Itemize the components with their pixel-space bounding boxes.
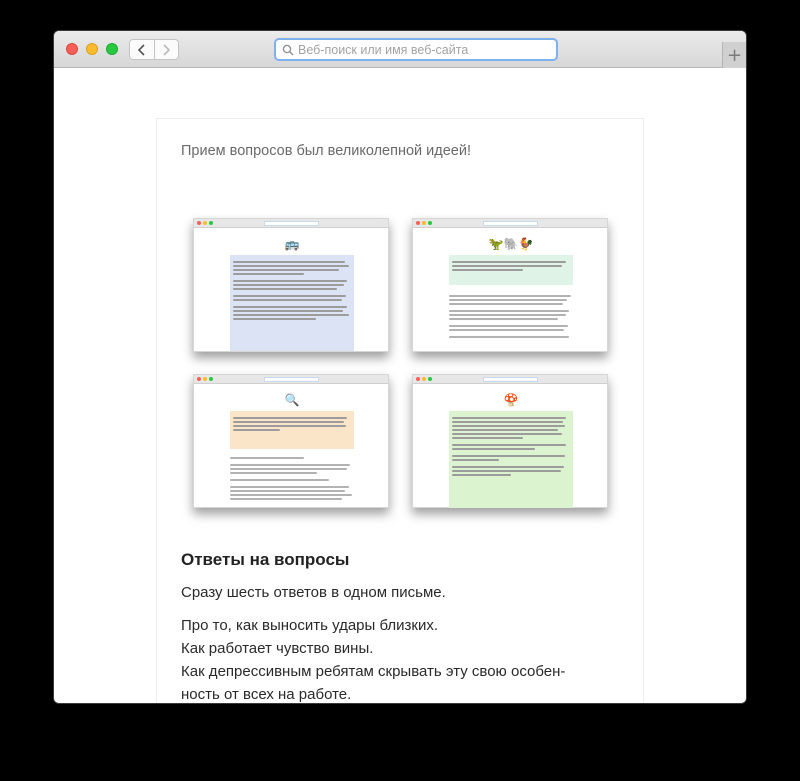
screenshot-thumbnail: 🦖🐘🐓 [412,218,608,352]
topic-line: Про то, как выносить удары близких. [181,617,439,634]
minimize-window-button[interactable] [86,43,98,55]
forward-button[interactable] [153,40,178,59]
text-block [230,455,354,502]
address-input[interactable] [298,42,548,57]
quote-block [230,255,354,351]
dinosaur-elephant-rooster-icon: 🦖🐘🐓 [488,237,534,251]
search-icon [282,44,294,55]
text-block [449,293,573,340]
mini-toolbar [413,219,607,228]
mini-toolbar [194,219,388,228]
lead-paragraph: Сразу шесть ответов в одном письме. [181,584,446,601]
zoom-window-button[interactable] [106,43,118,55]
intro-text: Прием вопросов был великолепной идеей! [181,143,471,159]
screenshot-thumbnail: 🔍 [193,374,389,508]
page-content: Прием вопросов был великолепной идеей! 🚌 [54,68,746,703]
topic-line: Как депрессивным ребятам скрывать эту св… [181,663,566,680]
quote-block [449,411,573,508]
back-button[interactable] [130,40,154,59]
new-tab-button[interactable]: + [722,42,746,68]
mini-toolbar [413,375,607,384]
browser-window: + Прием вопросов был великолепной идеей!… [54,31,746,703]
magnifier-icon: 🔍 [284,393,300,407]
address-bar[interactable] [274,38,558,61]
topic-line: ность от всех на работе. [181,686,352,703]
topic-line: Как работает чувство вины. [181,640,374,657]
article-card: Прием вопросов был великолепной идеей! 🚌 [156,118,644,703]
close-window-button[interactable] [66,43,78,55]
mini-toolbar [194,375,388,384]
bus-icon: 🚌 [284,237,300,251]
title-bar: + [54,31,746,68]
quote-block [449,255,573,285]
section-heading: Ответы на вопросы [181,550,350,569]
quote-block [230,411,354,449]
mushroom-icon: 🍄 [503,393,519,407]
screenshot-thumbnail: 🍄 [412,374,608,508]
chevron-right-icon [163,43,171,56]
chevron-left-icon [137,43,145,56]
navigation-buttons [129,39,179,60]
screenshot-thumbnail: 🚌 [193,218,389,352]
